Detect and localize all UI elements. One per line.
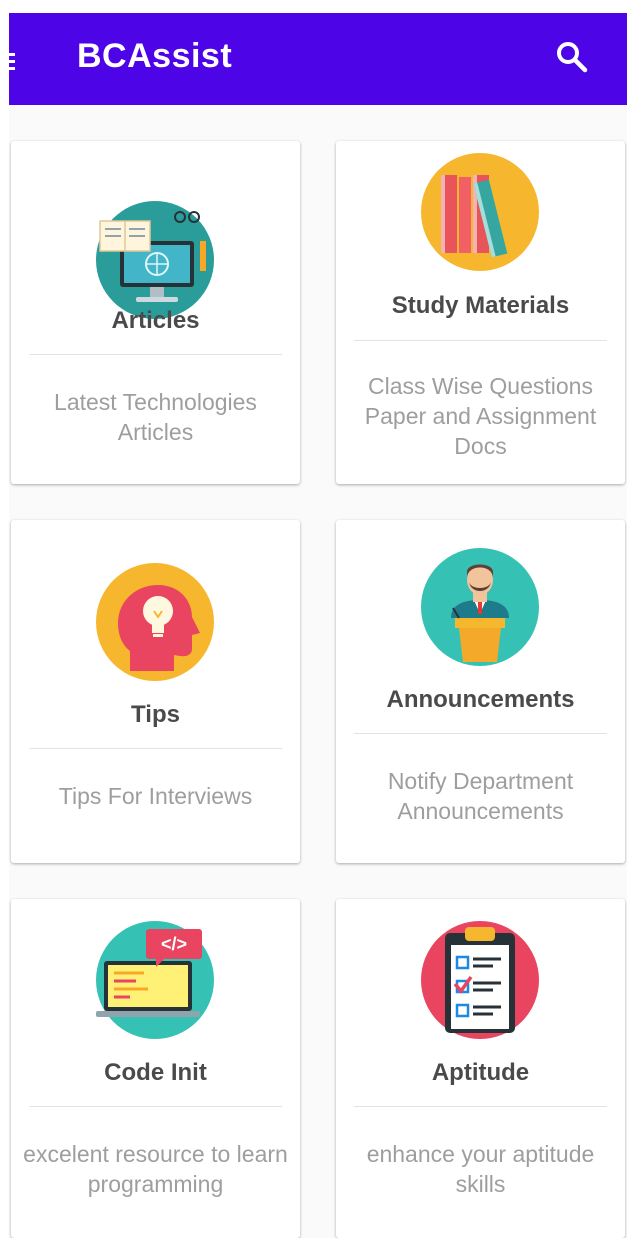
checklist-clipboard-icon <box>421 921 539 1039</box>
card-description: Notify Department Announcements <box>387 768 574 824</box>
card-study-materials[interactable]: Study Materials Class Wise Questions Pap… <box>336 141 625 484</box>
card-title: Tips <box>131 701 180 728</box>
card-divider <box>354 340 607 341</box>
card-title: Code Init <box>104 1059 207 1086</box>
code-laptop-icon: </> <box>96 921 214 1039</box>
card-description: excelent resource to learn programming <box>23 1141 288 1197</box>
card-description: Tips For Interviews <box>58 783 253 809</box>
card-aptitude[interactable]: Aptitude enhance your aptitude skills <box>336 899 625 1238</box>
search-icon[interactable] <box>554 39 590 75</box>
card-divider <box>29 354 282 355</box>
card-title: Announcements <box>386 686 575 713</box>
head-lightbulb-icon <box>96 563 214 681</box>
card-divider <box>29 748 282 749</box>
app-title: BCAssist <box>77 37 233 75</box>
card-tips[interactable]: Tips Tips For Interviews <box>11 520 300 863</box>
card-grid: Articles Latest Technologies Articles St… <box>9 105 627 1238</box>
card-description: Latest Technologies Articles <box>54 389 257 445</box>
menu-icon[interactable] <box>9 53 15 71</box>
card-divider <box>354 733 607 734</box>
card-divider <box>29 1106 282 1107</box>
books-icon <box>421 153 539 271</box>
svg-text:</>: </> <box>161 934 187 954</box>
app-bar: BCAssist <box>9 13 627 105</box>
card-articles[interactable]: Articles Latest Technologies Articles <box>11 141 300 484</box>
card-code-init[interactable]: </> Code Init excelent resource to learn… <box>11 899 300 1238</box>
card-title: Articles <box>111 307 200 334</box>
card-title: Aptitude <box>431 1059 530 1086</box>
card-description: Class Wise Questions Paper and Assignmen… <box>364 373 597 459</box>
card-announcements[interactable]: Announcements Notify Department Announce… <box>336 520 625 863</box>
computer-reading-icon <box>96 201 214 319</box>
speaker-podium-icon <box>421 548 539 666</box>
card-description: enhance your aptitude skills <box>366 1141 595 1197</box>
card-title: Study Materials <box>391 292 570 319</box>
card-divider <box>354 1106 607 1107</box>
